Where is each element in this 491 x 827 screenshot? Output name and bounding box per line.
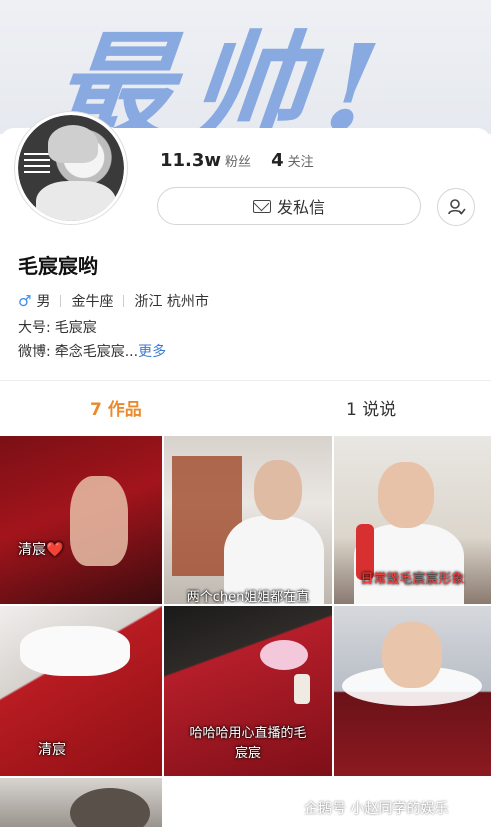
post-thumbnail[interactable]: 两个chen姐姐都在直 <box>164 436 332 604</box>
post-caption: 两个chen姐姐都在直 <box>186 590 310 604</box>
following-count: 4 <box>271 150 284 171</box>
zodiac-text: 金牛座 <box>71 294 114 310</box>
post-caption: 清宸❤️ <box>18 542 64 558</box>
profile-stats: 11.3w 粉丝 4 关注 <box>160 150 314 171</box>
section-divider <box>0 380 491 381</box>
location-text: 浙江 杭州市 <box>134 294 209 310</box>
divider <box>60 295 62 307</box>
followers-stat[interactable]: 11.3w 粉丝 <box>160 150 251 171</box>
post-thumbnail[interactable]: 清宸❤️ <box>0 436 162 604</box>
more-link[interactable]: 更多 <box>138 341 166 361</box>
post-caption: 清宸 <box>38 742 66 758</box>
send-message-button[interactable]: 发私信 <box>157 187 421 225</box>
following-stat[interactable]: 4 关注 <box>271 150 314 171</box>
divider <box>123 295 125 307</box>
post-thumbnail[interactable]: 清宸 <box>0 606 162 776</box>
post-thumbnail[interactable]: 日常毁毛宸宸形象 <box>334 436 491 604</box>
following-label: 关注 <box>287 155 314 170</box>
follow-user-button[interactable] <box>437 188 475 226</box>
followers-count: 11.3w <box>160 150 222 171</box>
gender-text: 男 <box>36 294 51 310</box>
post-thumbnail[interactable] <box>0 778 162 827</box>
post-thumbnail[interactable] <box>334 606 491 776</box>
send-message-label: 发私信 <box>276 198 325 217</box>
avatar-image <box>18 115 124 221</box>
penguin-logo-icon <box>286 801 300 815</box>
weibo-info: 微博: 牵念毛宸宸... 更多 <box>18 341 166 361</box>
banner-text: 最帅! <box>46 18 404 134</box>
mail-icon <box>252 199 271 213</box>
post-thumbnail[interactable]: 哈哈哈用心直播的毛宸宸 <box>164 606 332 776</box>
alias-value: 毛宸宸 <box>54 320 97 336</box>
basic-info: ♂ 男 金牛座 浙江 杭州市 <box>18 291 209 311</box>
post-caption: 哈哈哈用心直播的毛宸宸 <box>189 726 307 761</box>
watermark: 企鹅号 小赵同学的娱乐 <box>286 798 448 818</box>
post-caption: 日常毁毛宸宸形象 <box>360 572 465 587</box>
add-user-icon <box>448 199 466 215</box>
avatar-body <box>36 181 116 221</box>
posts-grid: 清宸❤️ 两个chen姐姐都在直 日常毁毛宸宸形象 清宸 哈哈哈用心直播的毛宸宸 <box>0 436 491 827</box>
alias-info: 大号: 毛宸宸 <box>18 317 97 337</box>
alias-label: 大号: <box>18 320 51 336</box>
watermark-text: 企鹅号 小赵同学的娱乐 <box>304 801 449 817</box>
weibo-label: 微博: <box>18 344 51 360</box>
avatar-hair <box>48 125 98 163</box>
male-icon: ♂ <box>18 292 32 310</box>
nickname: 毛宸宸哟 <box>18 254 98 278</box>
weibo-value: 牵念毛宸宸... <box>54 344 139 360</box>
tab-works[interactable]: 7 作品 <box>90 395 142 420</box>
followers-label: 粉丝 <box>225 155 252 170</box>
avatar-lines <box>24 149 50 173</box>
tab-posts[interactable]: 1 说说 <box>346 395 396 420</box>
avatar[interactable] <box>15 112 127 224</box>
